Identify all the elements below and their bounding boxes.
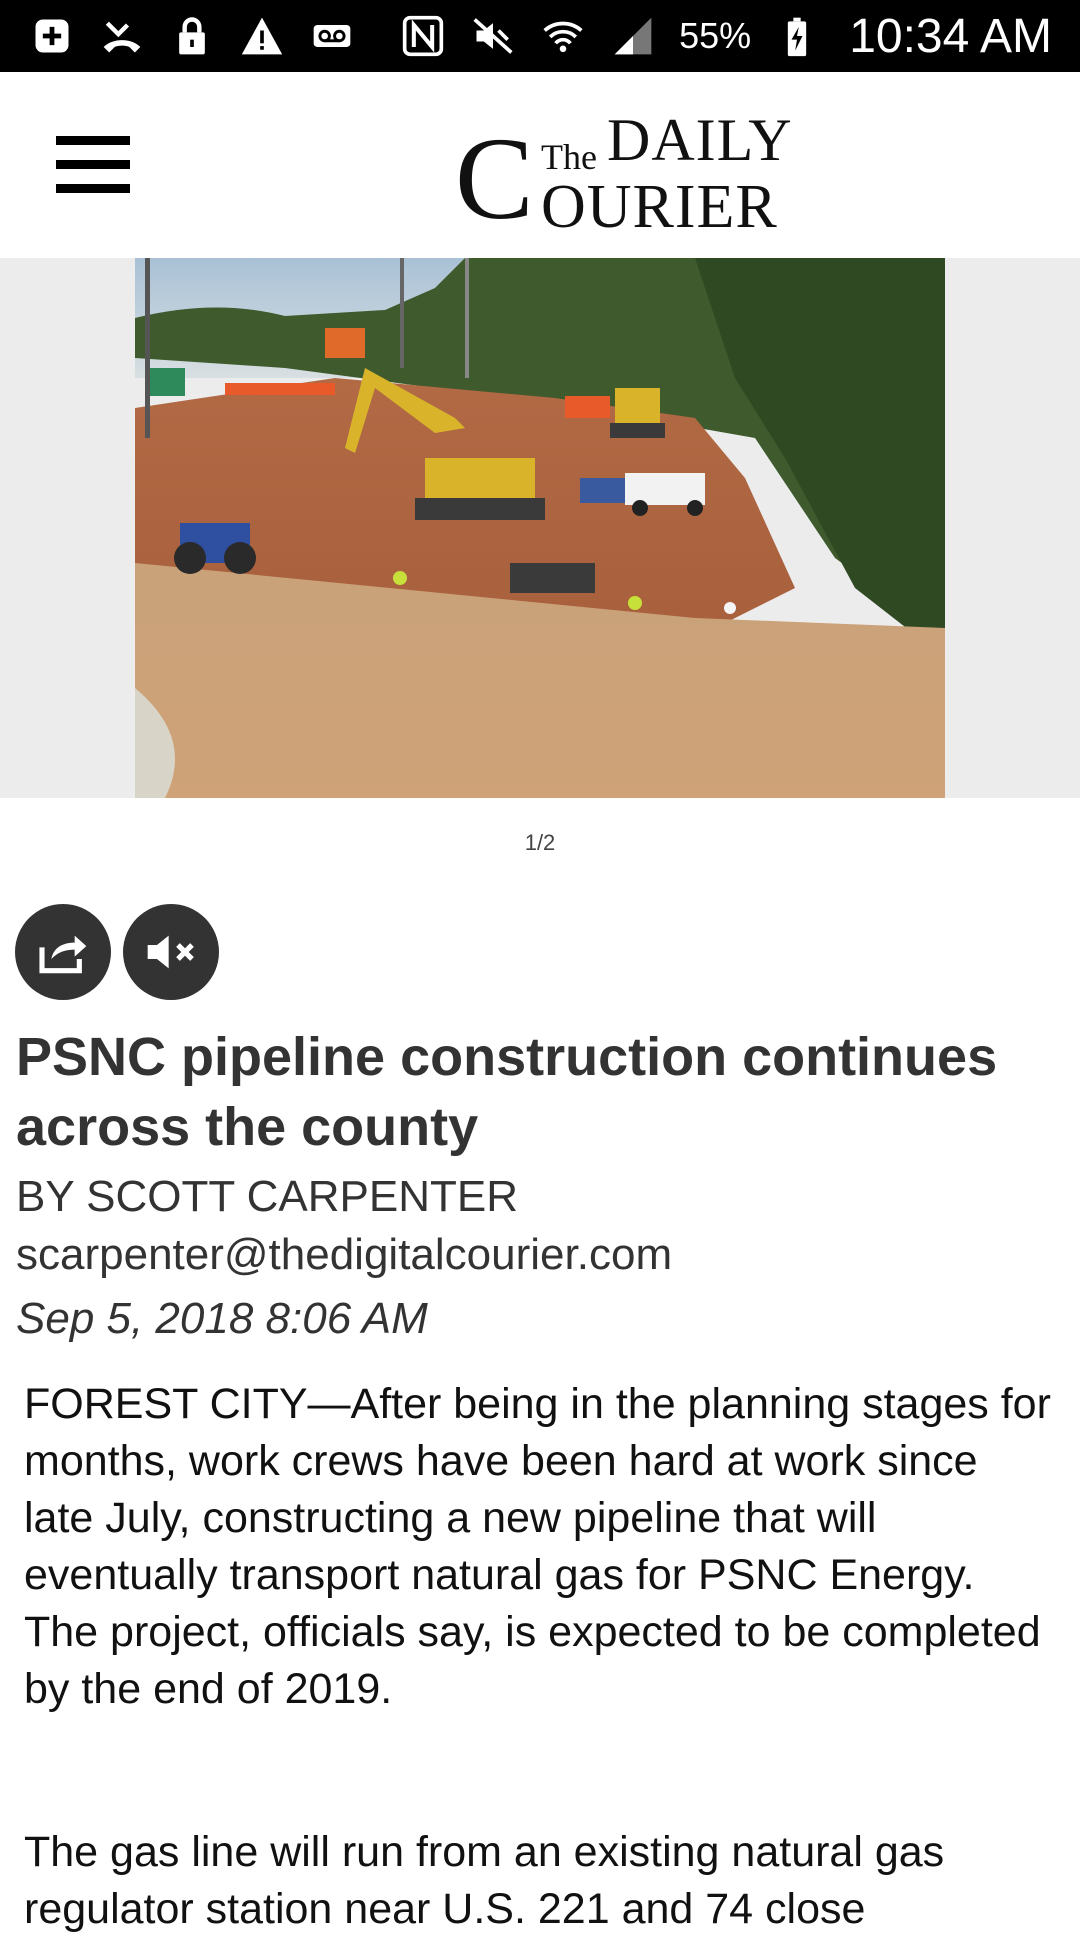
clock: 10:34 AM (849, 9, 1052, 63)
article-paragraph: FOREST CITY—After being in the planning … (24, 1380, 1051, 1713)
gallery-counter: 1/2 (524, 830, 556, 855)
article-date: Sep 5, 2018 8:06 AM (16, 1294, 428, 1343)
notification-icons (0, 14, 356, 58)
signal-icon (609, 14, 657, 58)
mute-video-button[interactable] (123, 904, 219, 1000)
add-box-icon (28, 14, 76, 58)
construction-photo[interactable] (135, 258, 945, 798)
article-paragraph: The gas line will run from an existing n… (24, 1828, 945, 1933)
battery-charging-icon (773, 14, 821, 58)
photo-gallery[interactable] (0, 258, 1080, 798)
article-headline: PSNC pipeline construction continues acr… (16, 1027, 998, 1157)
missed-call-icon (98, 14, 146, 58)
article-byline: BY SCOTT CARPENTER (16, 1172, 519, 1221)
warning-icon (238, 14, 286, 58)
hamburger-menu-icon[interactable] (56, 136, 130, 194)
daily-courier-logo[interactable]: C The DAILY OURIER (455, 102, 815, 241)
nfc-icon (399, 14, 447, 58)
logo-daily: DAILY (607, 107, 793, 173)
logo-ourier: OURIER (541, 173, 778, 241)
status-bar: 55% 10:34 AM (0, 0, 1080, 72)
logo-c: C (455, 113, 534, 244)
mute-video-icon (147, 935, 194, 969)
share-icon (39, 935, 87, 974)
system-icons: 55% 10:34 AM (399, 9, 1080, 64)
voicemail-icon (308, 14, 356, 58)
author-email[interactable]: scarpenter@thedigitalcourier.com (16, 1230, 672, 1280)
share-button[interactable] (15, 904, 111, 1000)
app-header: C The DAILY OURIER (0, 72, 1080, 258)
wifi-icon (539, 14, 587, 58)
battery-percentage: 55% (679, 15, 752, 56)
mute-icon (469, 14, 517, 58)
lock-icon (168, 14, 216, 58)
